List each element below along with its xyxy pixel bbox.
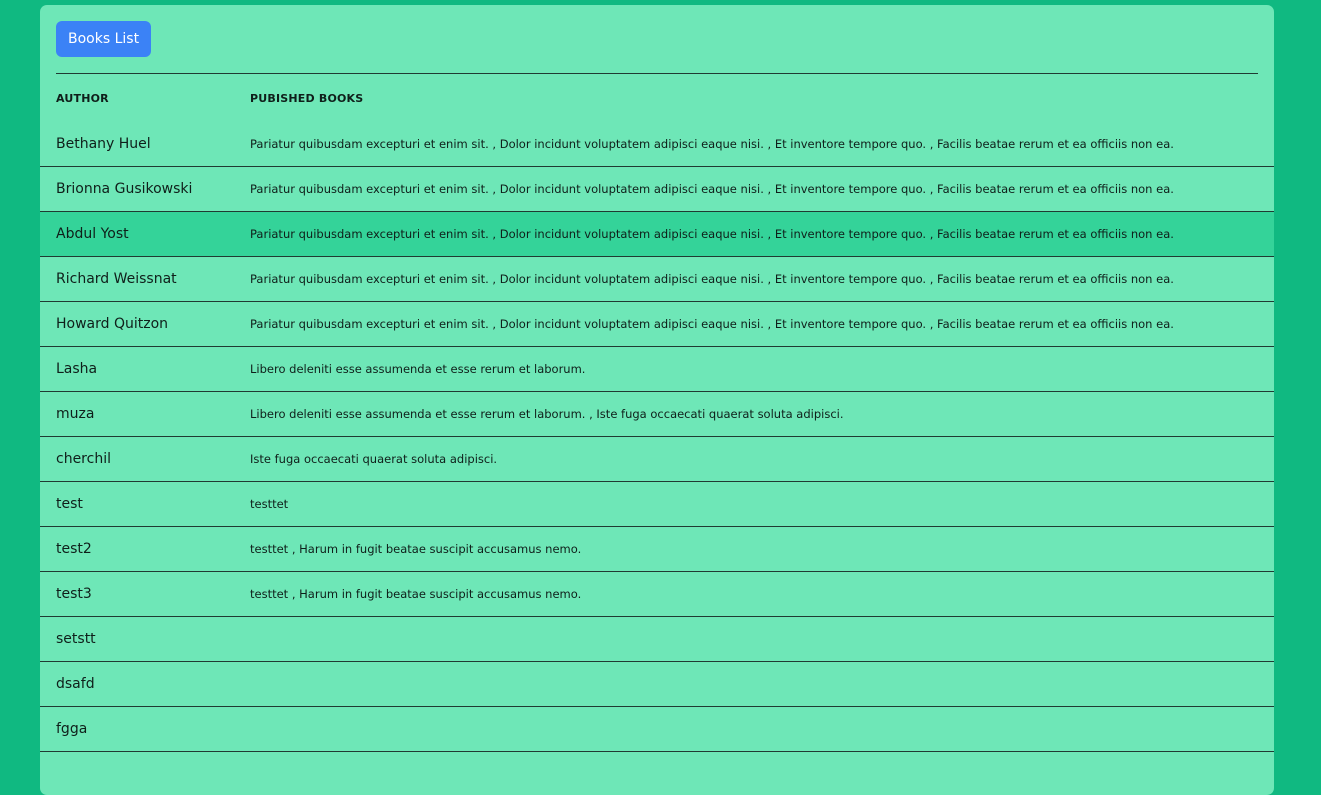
author-name: dsafd (56, 676, 95, 692)
table-row[interactable]: muza Libero deleniti esse assumenda et es… (40, 392, 1274, 437)
author-name: Lasha (56, 361, 98, 377)
author-name: Howard Quitzon (56, 316, 169, 332)
published-books: Pariatur quibusdam excepturi et enim sit… (250, 227, 1174, 241)
published-books: Libero deleniti esse assumenda et esse r… (250, 362, 586, 376)
table-row[interactable]: dsafd (40, 662, 1274, 707)
table-row[interactable]: Abdul Yost Pariatur quibusdam excepturi e… (40, 212, 1274, 257)
published-books: testtet , Harum in fugit beatae suscipit… (250, 542, 582, 556)
table-header: AUTHOR PUBISHED BOOKS (40, 74, 1274, 122)
table-row[interactable]: test3 testtet , Harum in fugit beatae sus… (40, 572, 1274, 617)
table-row[interactable]: cherchil Iste fuga occaecati quaerat solu… (40, 437, 1274, 482)
author-name: test (56, 496, 83, 512)
table-row[interactable]: test2 testtet , Harum in fugit beatae sus… (40, 527, 1274, 572)
table-row[interactable]: fgga (40, 707, 1274, 752)
published-books: Iste fuga occaecati quaerat soluta adipi… (250, 452, 498, 466)
published-books: Libero deleniti esse assumenda et esse r… (250, 407, 844, 421)
published-books: Pariatur quibusdam excepturi et enim sit… (250, 272, 1174, 286)
column-header-published-books: PUBISHED BOOKS (250, 92, 364, 105)
author-name: muza (56, 406, 95, 422)
column-header-author: AUTHOR (56, 92, 109, 105)
author-name: test2 (56, 541, 92, 557)
table-row[interactable] (40, 752, 1274, 795)
table-row[interactable]: setstt (40, 617, 1274, 662)
table-row[interactable]: Howard Quitzon Pariatur quibusdam exceptu… (40, 302, 1274, 347)
published-books: Pariatur quibusdam excepturi et enim sit… (250, 182, 1174, 196)
author-name: test3 (56, 586, 92, 602)
table-row[interactable]: test testtet (40, 482, 1274, 527)
authors-table-body: Bethany Huel Pariatur quibusdam excepturi… (40, 122, 1274, 795)
author-name: Richard Weissnat (56, 271, 177, 287)
published-books: testtet (250, 497, 289, 511)
table-row[interactable]: Richard Weissnat Pariatur quibusdam excep… (40, 257, 1274, 302)
author-name: Abdul Yost (56, 226, 129, 242)
table-row[interactable]: Bethany Huel Pariatur quibusdam excepturi… (40, 122, 1274, 167)
author-name: fgga (56, 721, 88, 737)
author-name: cherchil (56, 451, 111, 467)
author-name: setstt (56, 631, 96, 647)
published-books: Pariatur quibusdam excepturi et enim sit… (250, 317, 1174, 331)
published-books: Pariatur quibusdam excepturi et enim sit… (250, 137, 1174, 151)
table-row[interactable]: Lasha Libero deleniti esse assumenda et e… (40, 347, 1274, 392)
author-name: Bethany Huel (56, 136, 151, 152)
books-card: Books List AUTHOR PUBISHED BOOKS Bethany… (40, 5, 1274, 795)
table-row[interactable]: Brionna Gusikowski Pariatur quibusdam exc… (40, 167, 1274, 212)
author-name: Brionna Gusikowski (56, 181, 193, 197)
books-list-button[interactable]: Books List (56, 21, 152, 57)
published-books: testtet , Harum in fugit beatae suscipit… (250, 587, 582, 601)
